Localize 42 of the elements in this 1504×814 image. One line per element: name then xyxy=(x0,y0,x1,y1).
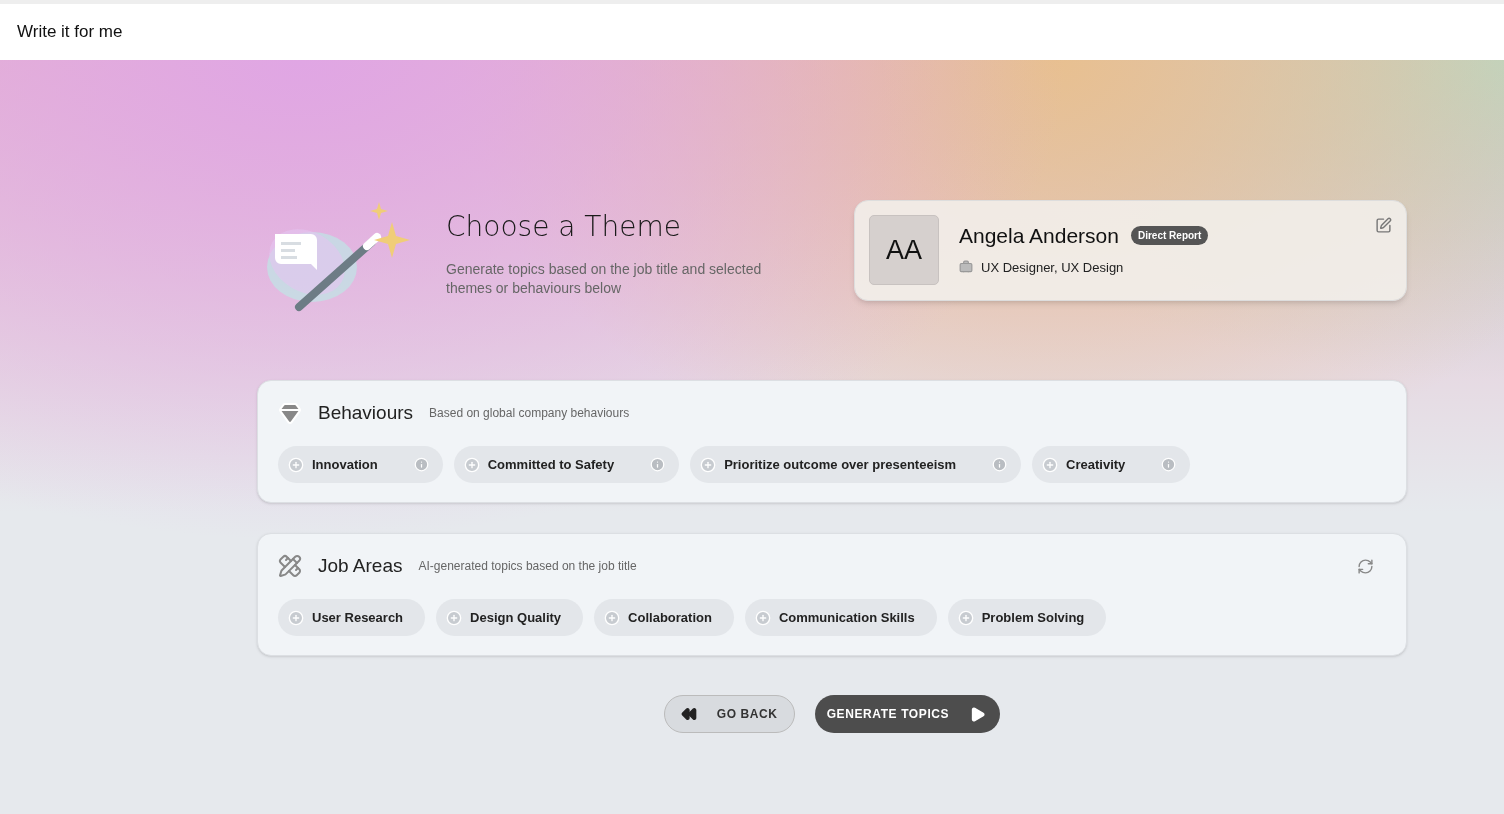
topic-chip[interactable]: Design Quality xyxy=(436,599,584,636)
topic-chip[interactable]: Problem Solving xyxy=(947,599,1107,636)
plus-icon xyxy=(288,456,304,473)
edit-icon[interactable] xyxy=(1375,217,1392,234)
info-icon xyxy=(1161,457,1177,472)
briefcase-icon xyxy=(959,260,973,275)
pencil-ruler-icon xyxy=(278,554,302,578)
play-icon xyxy=(969,705,987,723)
job-title: UX Designer, UX Design xyxy=(981,258,1124,277)
info-icon xyxy=(413,457,429,472)
plus-icon xyxy=(957,609,974,626)
hero-subtitle: Generate topics based on the job title and selected themes or behaviours below xyxy=(446,260,763,298)
topic-chip[interactable]: Prioritize outcome over presenteeism xyxy=(690,446,1022,483)
topic-chip[interactable]: Creativity xyxy=(1032,446,1191,483)
section-title: Behaviours xyxy=(318,400,414,425)
info-icon xyxy=(650,457,666,472)
rewind-icon xyxy=(680,706,697,722)
plus-icon xyxy=(1042,456,1059,473)
plus-icon xyxy=(288,609,304,626)
topic-chip[interactable]: Communication Skills xyxy=(744,599,937,636)
refresh-icon[interactable] xyxy=(1357,557,1374,575)
page-title: Write it for me xyxy=(17,21,123,44)
plus-icon xyxy=(700,456,717,473)
avatar: AA xyxy=(869,215,939,285)
status-badge: Direct Report xyxy=(1130,226,1209,246)
topic-chip[interactable]: Collaboration xyxy=(594,599,734,636)
person-name: Angela Anderson xyxy=(959,223,1119,249)
plus-icon xyxy=(754,609,771,626)
topic-chip[interactable]: Committed to Safety xyxy=(453,446,680,483)
topic-chip[interactable]: Innovation xyxy=(278,446,443,483)
topic-chip[interactable]: User Research xyxy=(278,599,426,636)
plus-icon xyxy=(463,456,480,473)
section-subtitle: Based on global company behaviours xyxy=(429,405,630,422)
plus-icon xyxy=(604,609,621,626)
generate-topics-button[interactable]: GENERATE TOPICS xyxy=(814,695,1001,733)
info-icon xyxy=(992,457,1008,472)
plus-icon xyxy=(446,609,463,626)
section-subtitle: AI-generated topics based on the job title xyxy=(418,558,637,575)
go-back-button[interactable]: GO BACK xyxy=(663,695,795,733)
diamond-icon xyxy=(278,401,302,425)
section-title: Job Areas xyxy=(318,553,403,578)
hero-title: Choose a Theme xyxy=(446,209,682,245)
